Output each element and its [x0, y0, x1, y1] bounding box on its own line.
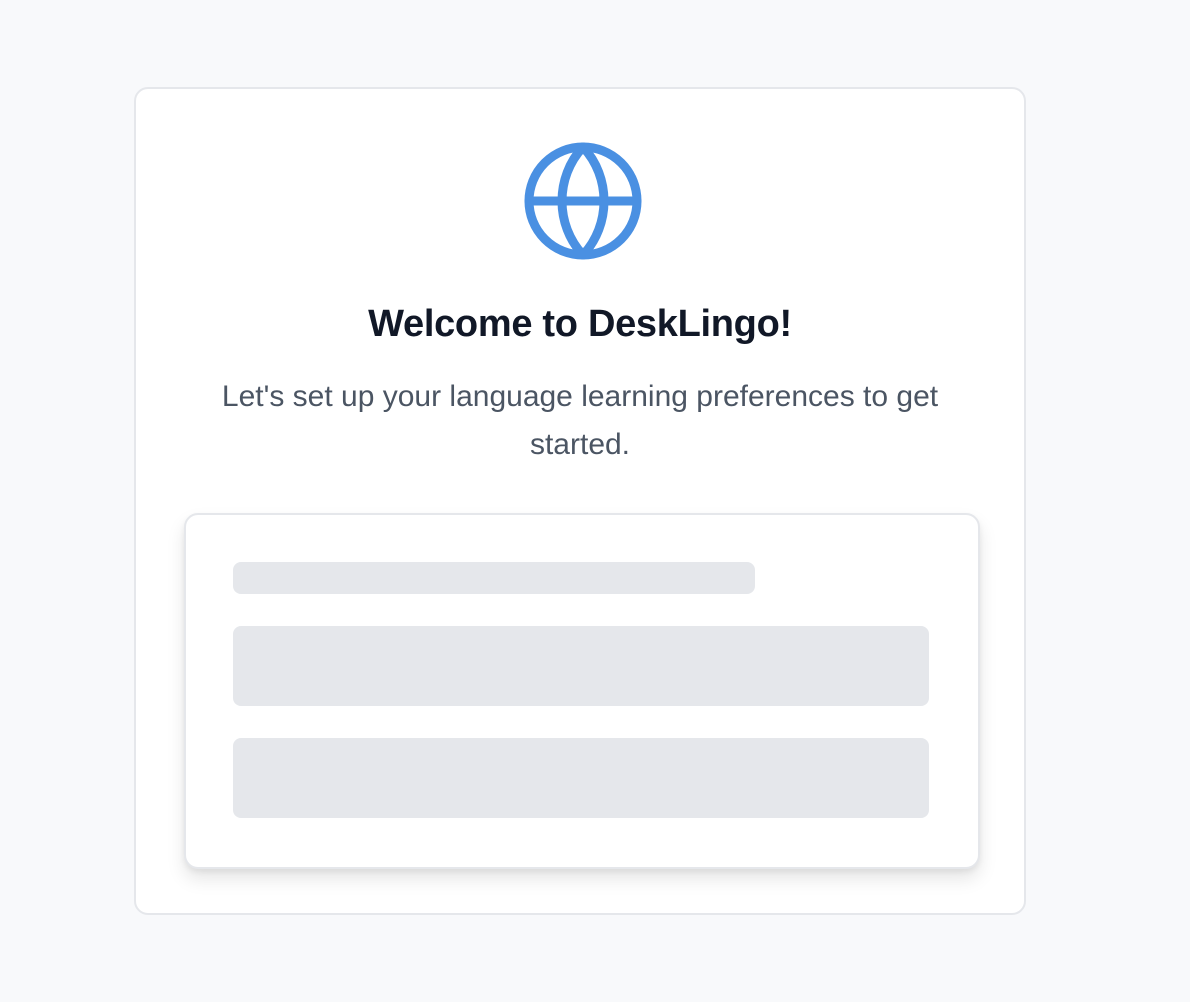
onboarding-card: Welcome to DeskLingo! Let's set up your … [134, 87, 1026, 915]
field-skeleton [233, 626, 929, 706]
welcome-subtitle: Let's set up your language learning pref… [221, 380, 939, 461]
field-skeleton [233, 738, 929, 818]
globe-icon [523, 141, 643, 261]
label-skeleton [233, 562, 755, 594]
welcome-title: Welcome to DeskLingo! [368, 303, 792, 345]
preferences-form-card [184, 513, 980, 869]
